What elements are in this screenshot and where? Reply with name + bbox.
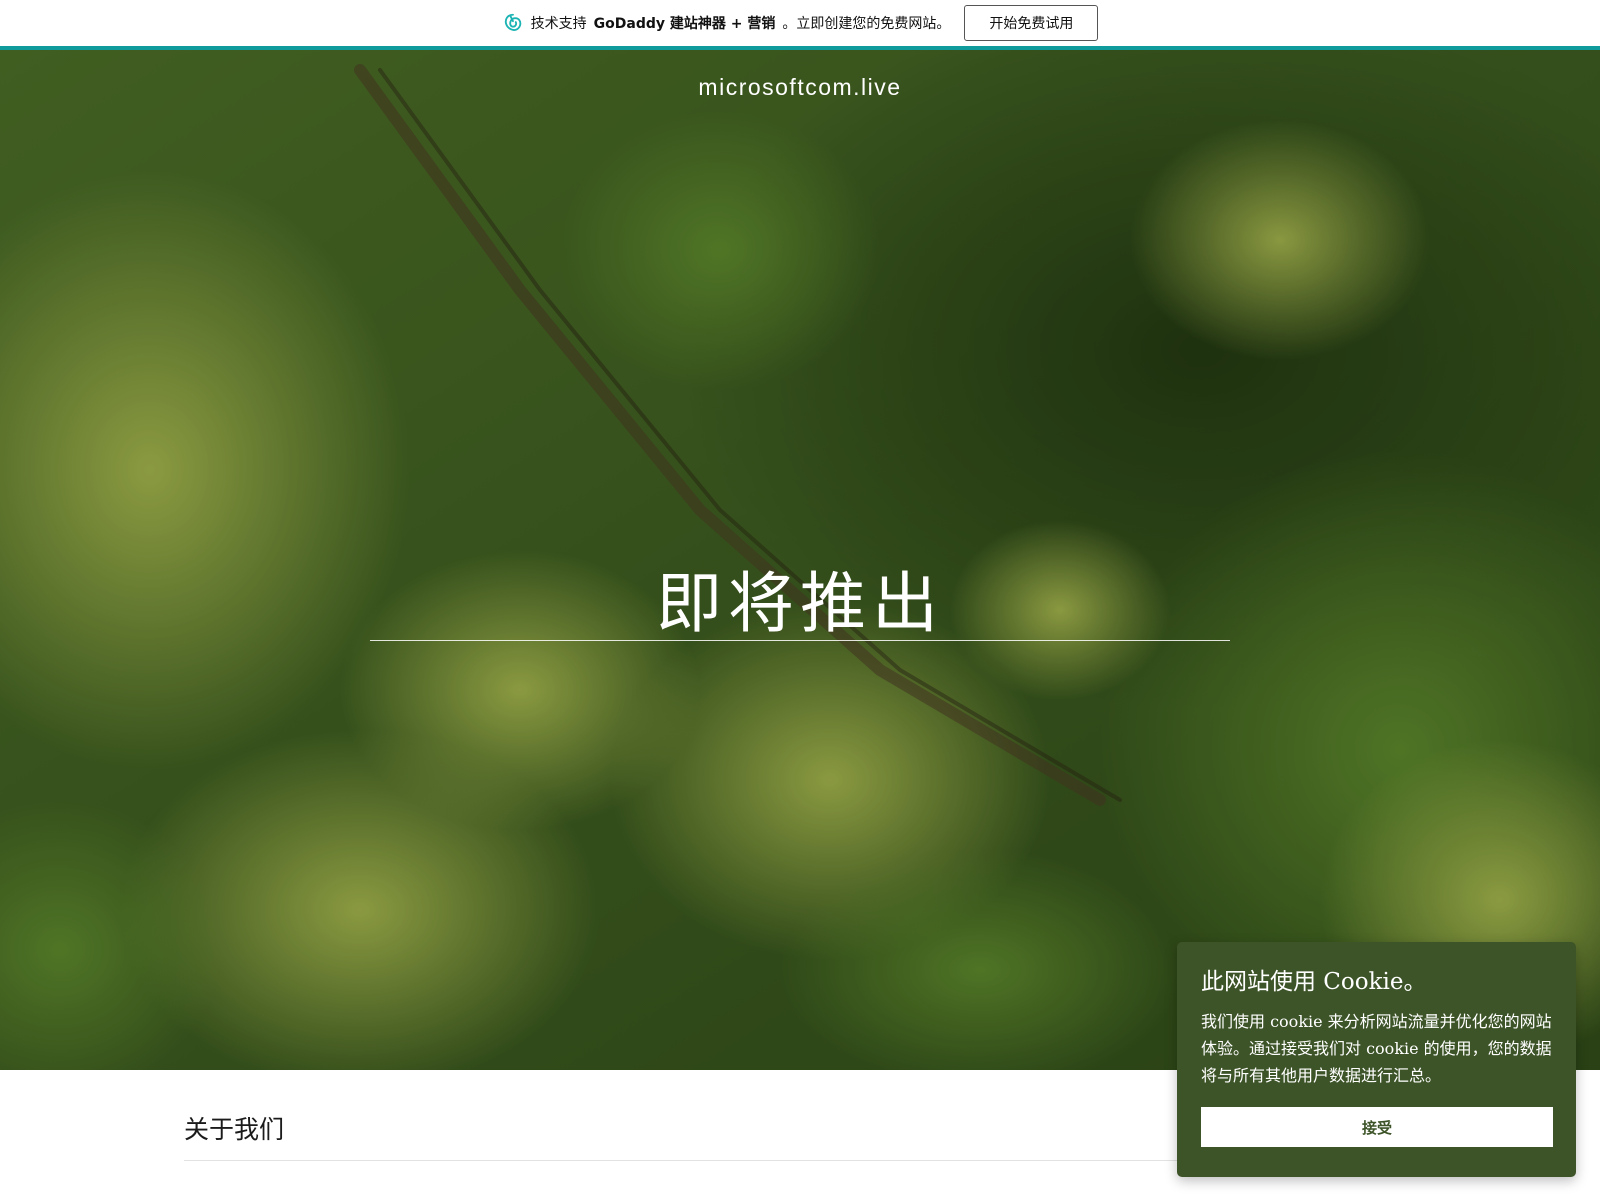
cookie-title: 此网站使用 Cookie。	[1201, 969, 1427, 995]
about-heading: 关于我们	[184, 1115, 285, 1144]
hero-divider	[370, 640, 1230, 641]
promo-bar: 技术支持 GoDaddy 建站神器 + 营销 。立即创建您的免费网站。 开始免费…	[0, 0, 1600, 50]
promo-text-prefix: 技术支持	[530, 16, 587, 32]
start-free-trial-button[interactable]: 开始免费试用	[964, 5, 1099, 41]
hero-title: 即将推出	[656, 565, 944, 642]
cookie-banner: 此网站使用 Cookie。 我们使用 cookie 来分析网站流量并优化您的网站…	[1177, 942, 1576, 1177]
site-name[interactable]: microsoftcom.live	[0, 74, 1600, 101]
godaddy-logo-icon	[504, 13, 521, 31]
promo-text-brand: GoDaddy 建站神器 + 营销	[593, 16, 776, 32]
promo-text-suffix: 。立即创建您的免费网站。	[782, 16, 951, 32]
cookie-body: 我们使用 cookie 来分析网站流量并优化您的网站体验。通过接受我们对 coo…	[1201, 1012, 1552, 1085]
hero-section: microsoftcom.live 即将推出	[0, 50, 1600, 1070]
cookie-accept-button[interactable]: 接受	[1201, 1107, 1553, 1147]
promo-text: 技术支持 GoDaddy 建站神器 + 营销 。立即创建您的免费网站。	[502, 12, 951, 34]
